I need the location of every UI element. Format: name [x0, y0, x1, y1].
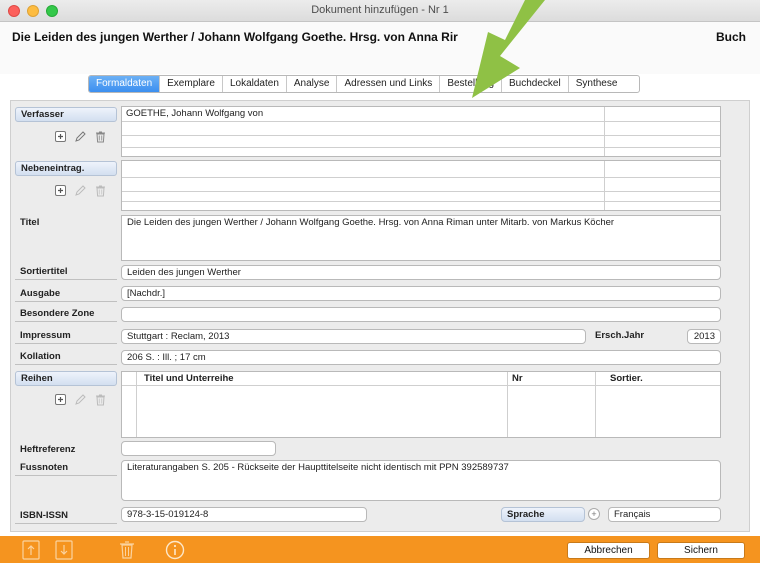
sprache-field[interactable]: Français — [608, 507, 721, 522]
nebeneintrag-actions — [54, 184, 107, 197]
tab-adressen-und-links[interactable]: Adressen und Links — [337, 76, 441, 92]
tab-analyse[interactable]: Analyse — [287, 76, 338, 92]
verfasser-label-button[interactable]: Verfasser — [15, 107, 117, 122]
reihen-label-button[interactable]: Reihen — [15, 371, 117, 386]
heftreferenz-field[interactable] — [121, 441, 276, 456]
impressum-field[interactable]: Stuttgart : Reclam, 2013 — [121, 329, 586, 344]
ersch-jahr-field[interactable]: 2013 — [687, 329, 721, 344]
edit-pencil-icon[interactable] — [74, 130, 87, 143]
window-titlebar: Dokument hinzufügen - Nr 1 — [0, 0, 760, 22]
trash-icon[interactable] — [94, 130, 107, 143]
nebeneintrag-label-button[interactable]: Nebeneintrag. — [15, 161, 117, 176]
cancel-button[interactable]: Abbrechen — [567, 542, 650, 559]
nebeneintrag-grid — [121, 160, 721, 211]
tab-formaldaten[interactable]: Formaldaten — [89, 76, 161, 92]
verfasser-actions — [54, 130, 107, 143]
save-button[interactable]: Sichern — [657, 542, 745, 559]
ausgabe-field[interactable]: [Nachdr.] — [121, 286, 721, 301]
edit-pencil-icon — [74, 184, 87, 197]
ausgabe-label: Ausgabe — [15, 287, 117, 302]
reihen-col-titel[interactable]: Titel und Unterreihe — [144, 373, 234, 384]
download-icon[interactable] — [55, 540, 73, 563]
window-title: Dokument hinzufügen - Nr 1 — [311, 4, 449, 16]
info-icon[interactable] — [165, 540, 185, 563]
isbn-label: ISBN-ISSN — [15, 509, 117, 524]
besondere-zone-field[interactable] — [121, 307, 721, 322]
trash-icon — [94, 393, 107, 406]
impressum-label: Impressum — [15, 329, 117, 344]
form-panel: Verfasser GOETHE, Johann Wolfgang von Ne… — [10, 100, 750, 532]
tab-lokaldaten[interactable]: Lokaldaten — [223, 76, 287, 92]
besondere-zone-label: Besondere Zone — [15, 307, 117, 322]
isbn-field[interactable]: 978-3-15-019124-8 — [121, 507, 367, 522]
sprache-label-button[interactable]: Sprache — [501, 507, 585, 522]
trash-icon — [94, 184, 107, 197]
titel-label: Titel — [20, 217, 40, 228]
edit-pencil-icon — [74, 393, 87, 406]
fussnoten-label: Fussnoten — [15, 461, 117, 476]
sortiertitel-label: Sortiertitel — [15, 265, 117, 280]
verfasser-value[interactable]: GOETHE, Johann Wolfgang von — [126, 108, 263, 119]
reihen-table: Titel und Unterreihe Nr Sortier. — [121, 371, 721, 438]
sortiertitel-field[interactable]: Leiden des jungen Werther — [121, 265, 721, 280]
titel-field[interactable]: Die Leiden des jungen Werther / Johann W… — [121, 215, 721, 261]
tab-synthese[interactable]: Synthese — [569, 76, 640, 92]
upload-icon[interactable] — [22, 540, 40, 563]
add-language-icon[interactable]: + — [588, 508, 600, 520]
fussnoten-field[interactable]: Literaturangaben S. 205 - Rückseite der … — [121, 460, 721, 501]
document-title: Die Leiden des jungen Werther / Johann W… — [12, 30, 458, 44]
delete-trash-icon[interactable] — [118, 540, 136, 563]
ersch-jahr-label: Ersch.Jahr — [595, 330, 645, 341]
add-icon[interactable] — [54, 184, 67, 197]
document-type: Buch — [716, 30, 746, 44]
add-icon[interactable] — [54, 393, 67, 406]
footer-bar: Abbrechen Sichern — [0, 536, 760, 563]
kollation-label: Kollation — [15, 350, 117, 365]
add-icon[interactable] — [54, 130, 67, 143]
kollation-field[interactable]: 206 S. : Ill. ; 17 cm — [121, 350, 721, 365]
tab-buchdeckel[interactable]: Buchdeckel — [502, 76, 569, 92]
reihen-col-nr[interactable]: Nr — [512, 373, 523, 384]
heftreferenz-label: Heftreferenz — [20, 444, 76, 455]
reihen-actions — [54, 393, 107, 406]
tab-bestellung[interactable]: Bestellung — [440, 76, 503, 92]
tab-bar: Formaldaten Exemplare Lokaldaten Analyse… — [88, 75, 641, 93]
tab-exemplare[interactable]: Exemplare — [160, 76, 223, 92]
reihen-col-sortier[interactable]: Sortier. — [610, 373, 643, 384]
verfasser-grid: GOETHE, Johann Wolfgang von — [121, 106, 721, 157]
